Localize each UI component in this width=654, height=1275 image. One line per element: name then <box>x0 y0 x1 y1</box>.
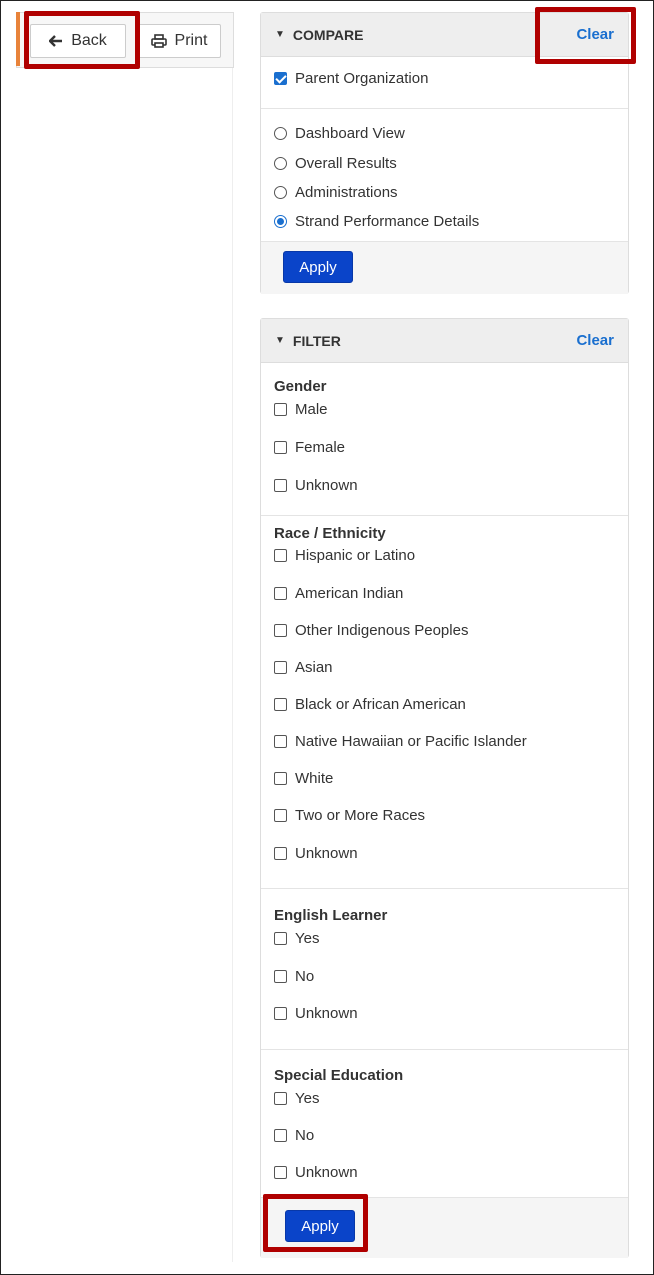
toolbar-accent <box>16 12 20 66</box>
filter-option-asian[interactable]: Asian <box>274 659 333 676</box>
checkbox[interactable] <box>274 624 287 637</box>
option-label: Black or African American <box>295 696 466 713</box>
caret-down-icon: ▼ <box>275 29 285 40</box>
checkbox[interactable] <box>274 847 287 860</box>
filter-option-el-no[interactable]: No <box>274 968 314 985</box>
group-divider <box>261 888 628 889</box>
option-label: Asian <box>295 659 333 676</box>
checkbox[interactable] <box>274 549 287 562</box>
race-group-label: Race / Ethnicity <box>274 525 386 542</box>
compare-apply-button[interactable]: Apply <box>283 251 353 283</box>
option-label: Hispanic or Latino <box>295 547 416 564</box>
checkbox[interactable] <box>274 661 287 674</box>
filter-option-male[interactable]: Male <box>274 401 328 418</box>
filter-option-black[interactable]: Black or African American <box>274 696 466 713</box>
option-label: White <box>295 770 334 787</box>
english-learner-group-label: English Learner <box>274 907 388 924</box>
radio-dashboard-view[interactable]: Dashboard View <box>274 125 405 142</box>
print-button[interactable]: Print <box>137 24 221 58</box>
checkbox[interactable] <box>274 772 287 785</box>
parent-organization-label: Parent Organization <box>295 70 429 87</box>
filter-option-two-or-more[interactable]: Two or More Races <box>274 807 425 824</box>
filter-option-el-unknown[interactable]: Unknown <box>274 1005 358 1022</box>
filter-option-hispanic[interactable]: Hispanic or Latino <box>274 547 415 564</box>
option-label: American Indian <box>295 585 404 602</box>
option-label: Yes <box>295 930 320 947</box>
filter-apply-button[interactable]: Apply <box>285 1210 355 1242</box>
radio-button[interactable] <box>274 186 287 199</box>
filter-option-american-indian[interactable]: American Indian <box>274 585 403 602</box>
filter-option-sped-yes[interactable]: Yes <box>274 1090 319 1107</box>
radio-button[interactable] <box>274 157 287 170</box>
gender-group-label: Gender <box>274 378 327 395</box>
option-label: Unknown <box>295 477 358 494</box>
option-label: No <box>295 1127 315 1144</box>
radio-button[interactable] <box>274 127 287 140</box>
checkbox[interactable] <box>274 735 287 748</box>
option-label: Unknown <box>295 1005 358 1022</box>
compare-header[interactable]: ▼ COMPARE Clear <box>261 13 628 57</box>
option-label: Two or More Races <box>295 807 426 824</box>
filter-option-white[interactable]: White <box>274 770 333 787</box>
checkbox[interactable] <box>274 587 287 600</box>
option-label: No <box>295 968 315 985</box>
compare-clear-link[interactable]: Clear <box>576 26 614 43</box>
filter-clear-link[interactable]: Clear <box>576 332 614 349</box>
checkbox[interactable] <box>274 403 287 416</box>
caret-down-icon: ▼ <box>275 335 285 346</box>
compare-divider <box>261 108 628 109</box>
radio-label: Strand Performance Details <box>295 213 480 230</box>
group-divider <box>261 1049 628 1050</box>
radio-label: Administrations <box>295 184 398 201</box>
checkbox[interactable] <box>274 932 287 945</box>
option-label: Other Indigenous Peoples <box>295 622 469 639</box>
radio-strand-performance-details[interactable]: Strand Performance Details <box>274 213 479 230</box>
parent-organization-checkbox[interactable]: Parent Organization <box>274 70 428 87</box>
filter-header[interactable]: ▼ FILTER Clear <box>261 319 628 363</box>
option-label: Female <box>295 439 346 456</box>
option-label: Yes <box>295 1090 320 1107</box>
filter-option-native-hawaiian[interactable]: Native Hawaiian or Pacific Islander <box>274 733 527 750</box>
filter-option-gender-unknown[interactable]: Unknown <box>274 477 358 494</box>
left-column <box>16 12 233 1262</box>
checkbox[interactable] <box>274 479 287 492</box>
back-button[interactable]: Back <box>30 24 126 58</box>
arrow-left-icon <box>49 35 63 47</box>
filter-option-race-unknown[interactable]: Unknown <box>274 845 358 862</box>
checkbox[interactable] <box>274 970 287 983</box>
checkbox[interactable] <box>274 1007 287 1020</box>
filter-option-female[interactable]: Female <box>274 439 345 456</box>
group-divider <box>261 515 628 516</box>
special-education-group-label: Special Education <box>274 1067 404 1084</box>
filter-panel: ▼ FILTER Clear <box>260 318 629 1258</box>
option-label: Unknown <box>295 1164 358 1181</box>
filter-option-el-yes[interactable]: Yes <box>274 930 319 947</box>
filter-option-sped-no[interactable]: No <box>274 1127 314 1144</box>
radio-overall-results[interactable]: Overall Results <box>274 155 397 172</box>
checkbox[interactable] <box>274 1129 287 1142</box>
option-label: Unknown <box>295 845 358 862</box>
checkbox[interactable] <box>274 698 287 711</box>
radio-button-selected[interactable] <box>274 215 287 228</box>
filter-option-other-indigenous[interactable]: Other Indigenous Peoples <box>274 622 468 639</box>
checkbox-checked[interactable] <box>274 72 287 85</box>
checkbox[interactable] <box>274 441 287 454</box>
radio-administrations[interactable]: Administrations <box>274 184 398 201</box>
filter-option-sped-unknown[interactable]: Unknown <box>274 1164 358 1181</box>
radio-label: Dashboard View <box>295 125 405 142</box>
print-button-label: Print <box>174 32 208 49</box>
radio-label: Overall Results <box>295 155 397 172</box>
compare-title: COMPARE <box>292 26 364 43</box>
printer-icon <box>150 34 167 48</box>
filter-title: FILTER <box>292 332 341 349</box>
checkbox[interactable] <box>274 1092 287 1105</box>
option-label: Male <box>295 401 328 418</box>
checkbox[interactable] <box>274 809 287 822</box>
option-label: Native Hawaiian or Pacific Islander <box>295 733 527 750</box>
back-button-label: Back <box>71 32 107 49</box>
checkbox[interactable] <box>274 1166 287 1179</box>
